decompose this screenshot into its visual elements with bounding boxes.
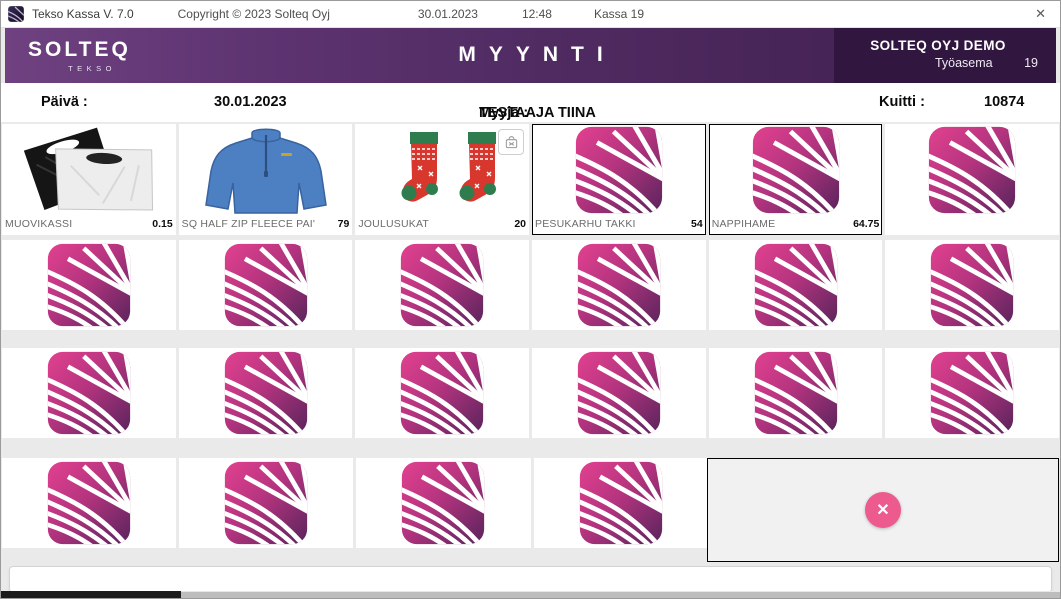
product-grid-row (1, 348, 1060, 438)
product-tile[interactable] (355, 348, 529, 438)
solteq-logo-icon (709, 124, 883, 215)
product-price: 64.75 (853, 218, 879, 230)
solteq-app-icon (8, 6, 24, 22)
product-tile-pesukarhu-takki[interactable]: PESUKARHU TAKKI 54 (532, 124, 706, 235)
solteq-logo-icon (356, 458, 530, 548)
product-price: 20 (514, 218, 526, 230)
product-tile[interactable] (534, 458, 708, 548)
panel-close-button[interactable]: ✕ (865, 492, 901, 528)
product-tile-muovikassi[interactable]: MUOVIKASSI 0.15 (2, 124, 176, 235)
product-tile[interactable] (2, 348, 176, 438)
solteq-logo-icon (179, 458, 353, 548)
product-tile[interactable] (179, 458, 353, 548)
taskbar-strip-light (181, 591, 1060, 598)
product-label: JOULUSUKAT 20 (355, 215, 529, 235)
product-tile[interactable] (532, 348, 706, 438)
solteq-logo-icon (2, 348, 176, 438)
product-label (885, 215, 1059, 235)
solteq-logo-icon (709, 348, 883, 438)
product-tile-sq-half-zip-fleece-pai[interactable]: SQ HALF ZIP FLEECE PAI' 79 (179, 124, 353, 235)
receipt-infobar: Päivä : 30.01.2023 Myyjä : TESTAAJA TIIN… (1, 83, 1060, 122)
product-tile[interactable] (355, 240, 529, 330)
titlebar-register: Kassa 19 (594, 7, 644, 21)
seller-value: TESTAAJA TIINA (479, 105, 596, 121)
garment-bag-badge-icon (498, 129, 524, 155)
product-grid: MUOVIKASSI 0.15 SQ HALF ZIP FLEECE PAI' … (1, 122, 1060, 598)
product-price: 79 (338, 218, 350, 230)
titlebar: Tekso Kassa V. 7.0 Copyright © 2023 Solt… (1, 1, 1060, 28)
product-tile[interactable] (2, 240, 176, 330)
product-tile[interactable] (179, 348, 353, 438)
product-tile[interactable] (709, 240, 883, 330)
solteq-logo-icon (2, 458, 176, 548)
product-label: MUOVIKASSI 0.15 (2, 215, 176, 235)
window-title: Tekso Kassa V. 7.0 (32, 7, 134, 21)
solteq-logo-icon (885, 124, 1059, 215)
titlebar-date: 30.01.2023 (418, 7, 478, 21)
solteq-logo-icon (709, 240, 883, 330)
solteq-logo-icon (885, 348, 1059, 438)
product-name: NAPPIHAME (712, 218, 776, 230)
product-label: SQ HALF ZIP FLEECE PAI' 79 (179, 215, 353, 235)
titlebar-time: 12:48 (522, 7, 552, 21)
product-tile[interactable] (532, 240, 706, 330)
product-tile[interactable] (2, 458, 176, 548)
product-tile[interactable] (709, 348, 883, 438)
bottom-input-bar[interactable] (9, 566, 1052, 593)
window-close-icon[interactable]: ✕ (1035, 5, 1046, 22)
product-name: PESUKARHU TAKKI (535, 218, 636, 230)
receipt-label: Kuitti : (879, 94, 925, 110)
copyright-text: Copyright © 2023 Solteq Oyj (178, 7, 330, 21)
product-label: PESUKARHU TAKKI 54 (532, 215, 706, 235)
product-tile-nappihame[interactable]: NAPPIHAME 64.75 (709, 124, 883, 235)
product-grid-row: MUOVIKASSI 0.15 SQ HALF ZIP FLEECE PAI' … (1, 124, 1060, 235)
solteq-logo-icon (355, 240, 529, 330)
app-window: Tekso Kassa V. 7.0 Copyright © 2023 Solt… (0, 0, 1061, 599)
store-name: SOLTEQ OYJ DEMO (834, 38, 1042, 53)
date-value: 30.01.2023 (214, 94, 287, 110)
solteq-logo-icon (885, 240, 1059, 330)
product-label: NAPPIHAME 64.75 (709, 215, 883, 235)
solteq-logo-icon (179, 348, 353, 438)
product-tile[interactable] (356, 458, 530, 548)
receipt-number: 10874 (984, 94, 1024, 110)
solteq-logo-icon (532, 348, 706, 438)
product-image-fleece (179, 124, 353, 215)
workstation-label: Työasema (935, 56, 993, 70)
product-price: 0.15 (152, 218, 172, 230)
product-tile[interactable] (179, 240, 353, 330)
product-image-bags (2, 124, 176, 215)
product-name: SQ HALF ZIP FLEECE PAI' (182, 218, 315, 230)
solteq-logo-icon (532, 124, 706, 215)
solteq-logo-icon (534, 458, 708, 548)
product-grid-row (1, 240, 1060, 330)
product-tile[interactable] (885, 240, 1059, 330)
sales-header: SOLTEQ TEKSO MYYNTI SOLTEQ OYJ DEMO Työa… (5, 28, 1056, 83)
info-panel: ✕ (707, 458, 1059, 562)
solteq-logo-icon (179, 240, 353, 330)
date-label: Päivä : (41, 94, 88, 110)
workstation-value: 19 (1024, 56, 1038, 70)
product-tile-joulusukat[interactable]: JOULUSUKAT 20 (355, 124, 529, 235)
product-name: MUOVIKASSI (5, 218, 72, 230)
store-info-box: SOLTEQ OYJ DEMO Työasema 19 (834, 28, 1056, 83)
product-tile[interactable] (885, 348, 1059, 438)
product-price: 54 (691, 218, 703, 230)
workstation-row: Työasema 19 (834, 56, 1038, 70)
product-tile[interactable] (885, 124, 1059, 235)
solteq-logo-icon (2, 240, 176, 330)
solteq-logo-icon (532, 240, 706, 330)
product-name: JOULUSUKAT (358, 218, 429, 230)
solteq-logo-icon (355, 348, 529, 438)
taskbar-strip-dark (1, 591, 181, 598)
